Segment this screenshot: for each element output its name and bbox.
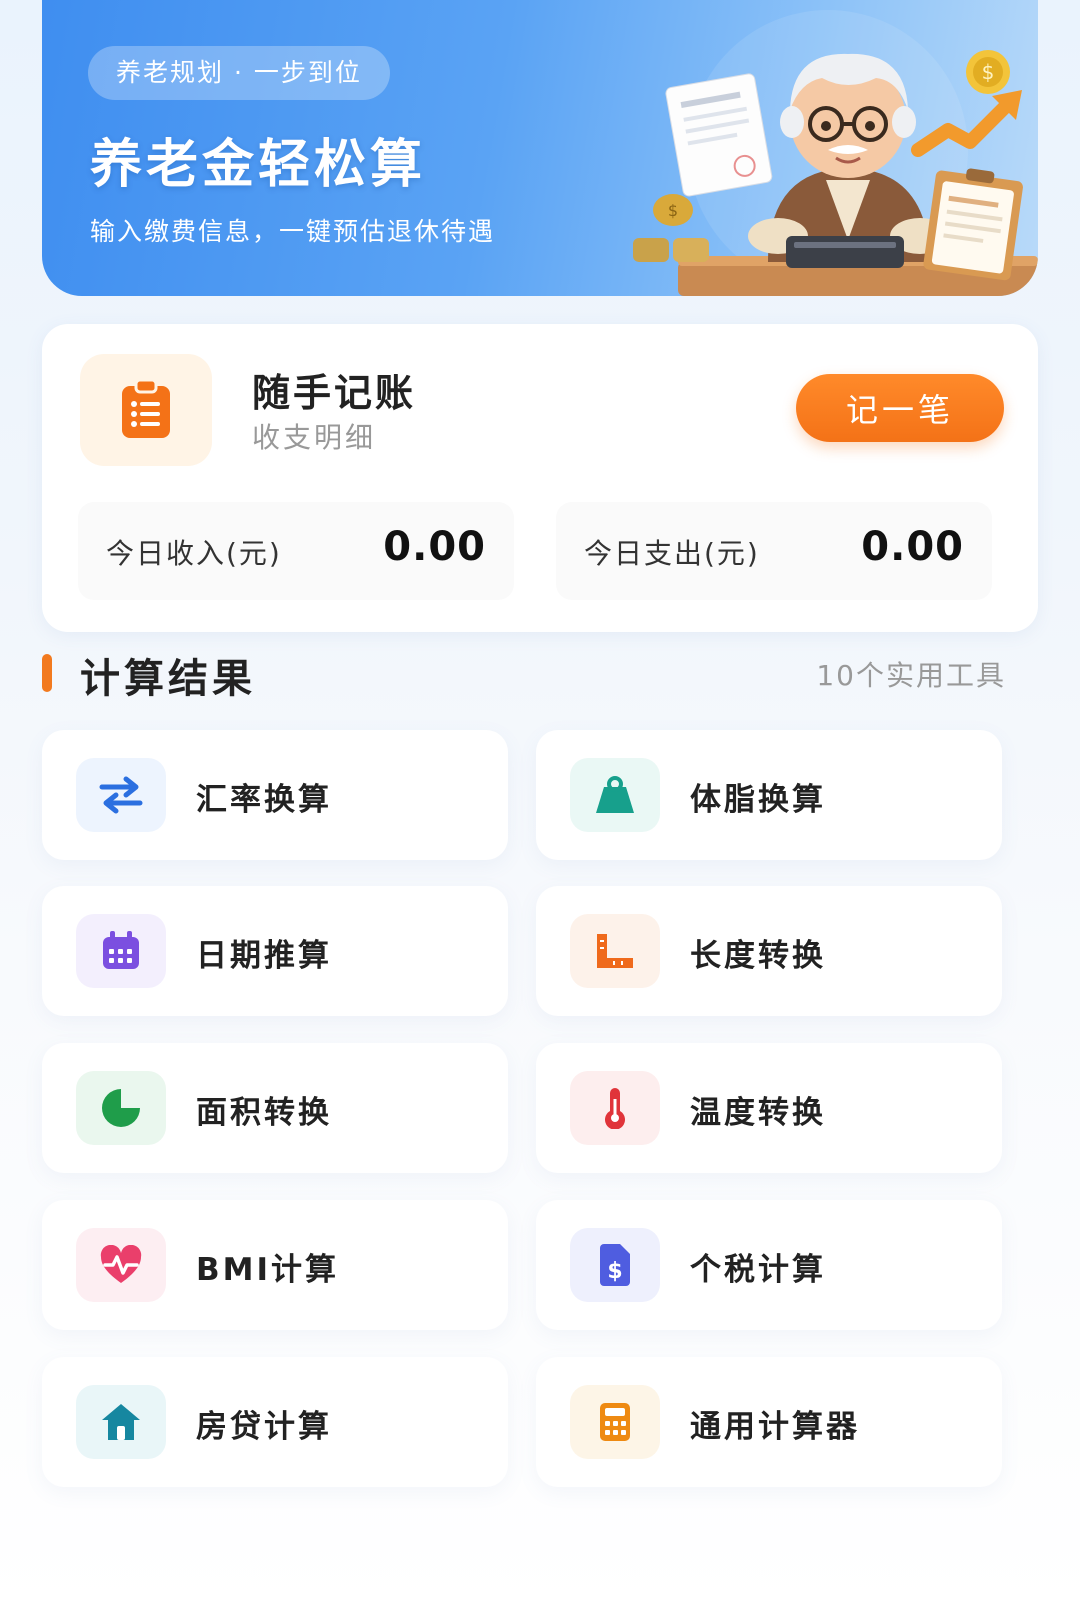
tool-card[interactable]: 房贷计算 — [42, 1357, 508, 1487]
tool-card[interactable]: 长度转换 — [536, 886, 1002, 1016]
elderly-man-illustration: $ $ — [633, 10, 1038, 296]
tool-label: 长度转换 — [690, 938, 826, 974]
thermometer-icon — [570, 1071, 660, 1145]
banner-subtitle: 输入缴费信息，一键预估退休待遇 — [90, 217, 496, 246]
tool-label: 汇率换算 — [196, 782, 332, 818]
tax-document-icon: $ — [570, 1228, 660, 1302]
svg-text:$: $ — [607, 1259, 622, 1284]
tool-label: BMI计算 — [196, 1252, 340, 1288]
section-meta: 10个实用工具 — [816, 659, 1006, 692]
exchange-icon — [76, 758, 166, 832]
tool-card[interactable]: BMI计算 — [42, 1200, 508, 1330]
banner-tag: 养老规划 · 一步到位 — [88, 46, 390, 100]
ledger-card: 随手记账 收支明细 记一笔 今日收入(元) 0.00 今日支出(元) 0.00 — [42, 324, 1038, 632]
income-value: 0.00 — [383, 524, 486, 570]
section-title: 计算结果 — [80, 656, 256, 702]
svg-text:$: $ — [668, 201, 678, 220]
heart-pulse-icon — [76, 1228, 166, 1302]
today-income: 今日收入(元) 0.00 — [78, 502, 514, 600]
tool-label: 通用计算器 — [690, 1409, 860, 1445]
tool-card[interactable]: 体脂换算 — [536, 730, 1002, 860]
pension-banner[interactable]: 养老规划 · 一步到位 养老金轻松算 输入缴费信息，一键预估退休待遇 $ $ — [42, 0, 1038, 296]
tool-card[interactable]: 温度转换 — [536, 1043, 1002, 1173]
section-accent-bar — [42, 654, 52, 692]
tool-label: 房贷计算 — [196, 1409, 332, 1445]
tool-label: 体脂换算 — [690, 782, 826, 818]
tool-label: 日期推算 — [196, 938, 332, 974]
ledger-subtitle: 收支明细 — [252, 421, 377, 454]
expense-value: 0.00 — [861, 524, 964, 570]
tool-card[interactable]: 汇率换算 — [42, 730, 508, 860]
calendar-icon — [76, 914, 166, 988]
ledger-title: 随手记账 — [252, 371, 417, 415]
today-expense: 今日支出(元) 0.00 — [556, 502, 992, 600]
clipboard-list-icon — [80, 354, 212, 466]
svg-text:$: $ — [982, 60, 995, 84]
income-label: 今日收入(元) — [106, 537, 282, 570]
tool-label: 个税计算 — [690, 1252, 826, 1288]
add-record-button[interactable]: 记一笔 — [796, 374, 1004, 442]
tool-card[interactable]: 通用计算器 — [536, 1357, 1002, 1487]
expense-label: 今日支出(元) — [584, 537, 760, 570]
banner-title: 养老金轻松算 — [90, 135, 427, 195]
scale-icon — [570, 758, 660, 832]
house-icon — [76, 1385, 166, 1459]
ruler-icon — [570, 914, 660, 988]
tool-label: 面积转换 — [196, 1095, 332, 1131]
pie-chart-icon — [76, 1071, 166, 1145]
tool-card[interactable]: $ 个税计算 — [536, 1200, 1002, 1330]
calculator-icon — [570, 1385, 660, 1459]
tool-card[interactable]: 日期推算 — [42, 886, 508, 1016]
tool-label: 温度转换 — [690, 1095, 826, 1131]
tool-card[interactable]: 面积转换 — [42, 1043, 508, 1173]
